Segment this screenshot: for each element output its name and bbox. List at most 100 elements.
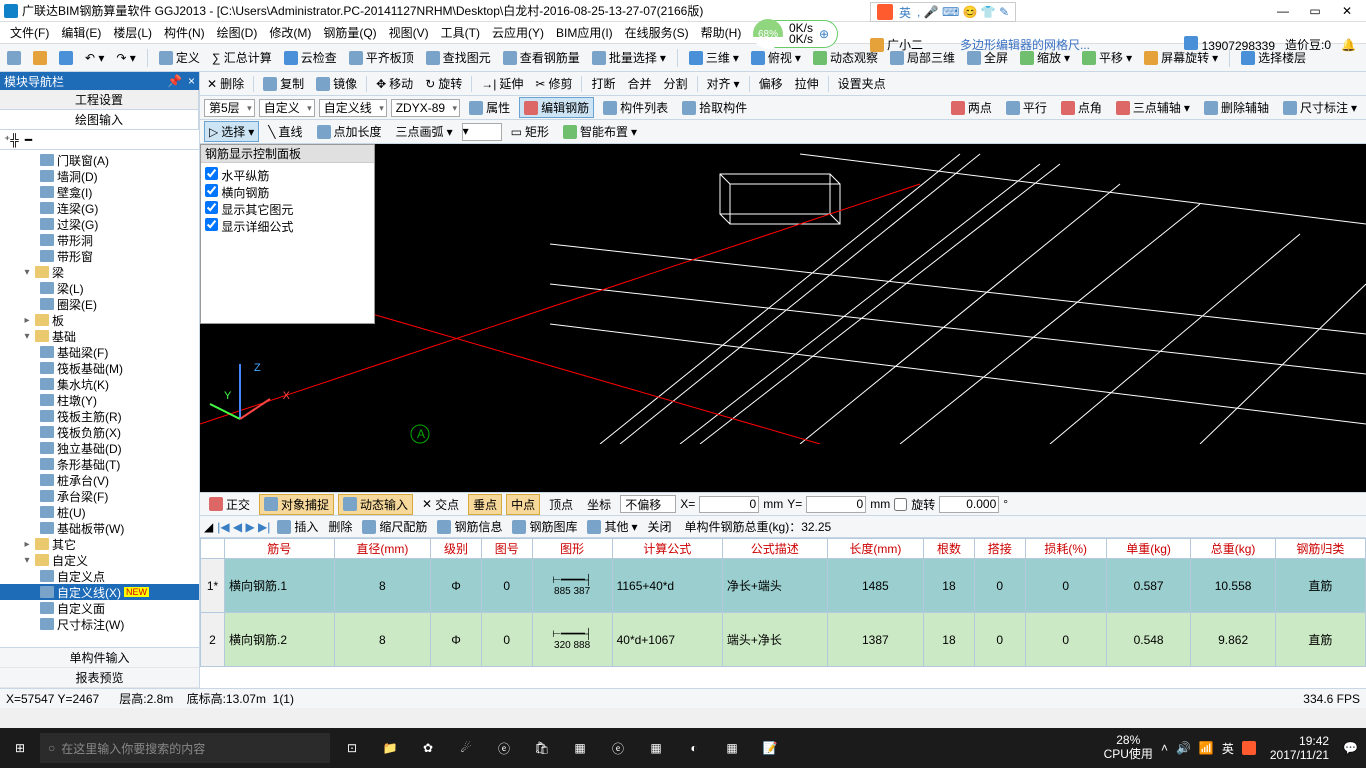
- perp-button[interactable]: 垂点: [468, 494, 502, 515]
- select-button[interactable]: ▷ 选择 ▾: [204, 121, 259, 142]
- insert-button[interactable]: 插入: [274, 518, 321, 535]
- offset-combo[interactable]: 不偏移: [620, 495, 676, 513]
- pin-icon[interactable]: 📌: [167, 74, 182, 88]
- menu-item[interactable]: 编辑(E): [57, 24, 105, 41]
- close-grid-button[interactable]: 关闭: [645, 518, 675, 535]
- menu-item[interactable]: 修改(M): [265, 24, 315, 41]
- undo-button[interactable]: ↶ ▾: [82, 49, 107, 67]
- info-button[interactable]: 钢筋信息: [434, 518, 505, 535]
- mirror-button[interactable]: 镜像: [313, 74, 360, 93]
- ptlen-button[interactable]: 点加长度: [312, 121, 387, 142]
- chk-other[interactable]: 显示其它图元: [205, 201, 370, 218]
- name-combo[interactable]: ZDYX-89: [391, 99, 460, 117]
- tree[interactable]: 门联窗(A)墙洞(D)壁龛(I)连梁(G)过梁(G)带形洞带形窗▾梁梁(L)圈梁…: [0, 150, 199, 647]
- app5-icon[interactable]: 📝: [752, 733, 788, 763]
- qq-icon[interactable]: ◐: [676, 733, 712, 763]
- nav-buttons[interactable]: |◀ ◀ ▶ ▶|: [217, 520, 270, 534]
- menu-item[interactable]: BIM应用(I): [552, 24, 617, 41]
- angle-button[interactable]: 点角: [1056, 97, 1107, 118]
- tree-node[interactable]: ▾自定义: [0, 552, 199, 568]
- menu-item[interactable]: 在线服务(S): [621, 24, 693, 41]
- mid-button[interactable]: 中点: [506, 494, 540, 515]
- delrow-button[interactable]: 删除: [325, 518, 355, 535]
- arc-button[interactable]: 三点画弧 ▾: [391, 121, 458, 142]
- wifi-icon[interactable]: 📶: [1199, 741, 1214, 755]
- flat-button[interactable]: 平齐板顶: [346, 47, 417, 68]
- tree-node[interactable]: 带形洞: [0, 232, 199, 248]
- batch-button[interactable]: 批量选择 ▾: [589, 47, 669, 68]
- bottom-report[interactable]: 报表预览: [0, 668, 199, 688]
- setpoint-button[interactable]: 设置夹点: [835, 74, 889, 93]
- tree-node[interactable]: 带形窗: [0, 248, 199, 264]
- tree-node[interactable]: 桩承台(V): [0, 472, 199, 488]
- cat-combo[interactable]: 自定义: [259, 99, 315, 117]
- rect-button[interactable]: ▭ 矩形: [506, 121, 554, 142]
- rotate-button[interactable]: ↻ 旋转: [422, 74, 465, 93]
- smart-button[interactable]: 智能布置 ▾: [558, 121, 642, 142]
- tree-node[interactable]: 尺寸标注(W): [0, 616, 199, 632]
- menu-item[interactable]: 视图(V): [385, 24, 433, 41]
- save-button[interactable]: [56, 49, 76, 67]
- tree-node[interactable]: 连梁(G): [0, 200, 199, 216]
- three-aux-button[interactable]: 三点辅轴 ▾: [1111, 97, 1195, 118]
- define-button[interactable]: 定义: [156, 47, 203, 68]
- tree-node[interactable]: 门联窗(A): [0, 152, 199, 168]
- edit-rebar-button[interactable]: 编辑钢筋: [519, 97, 594, 118]
- ggj-icon[interactable]: ▦: [638, 733, 674, 763]
- tree-node[interactable]: 筏板负筋(X): [0, 424, 199, 440]
- y-input[interactable]: [806, 496, 866, 513]
- pick-button[interactable]: 拾取构件: [677, 97, 752, 118]
- tree-node[interactable]: 筏板主筋(R): [0, 408, 199, 424]
- ime-tray-icon[interactable]: 英: [1222, 740, 1234, 757]
- menu-item[interactable]: 绘图(D): [213, 24, 262, 41]
- tree-node[interactable]: 集水坑(K): [0, 376, 199, 392]
- user-widget[interactable]: 广小二: [870, 36, 923, 53]
- break-button[interactable]: 打断: [588, 74, 618, 93]
- sound-icon[interactable]: 🔊: [1176, 741, 1191, 755]
- tab-draw[interactable]: 绘图输入: [0, 110, 199, 129]
- rot-input[interactable]: [939, 496, 999, 513]
- move-button[interactable]: ✥ 移动: [373, 74, 416, 93]
- sum-button[interactable]: ∑ 汇总计算: [209, 47, 275, 68]
- sidebar-close-icon[interactable]: ×: [188, 74, 195, 88]
- extend-button[interactable]: →| 延伸: [478, 74, 526, 93]
- minimize-button[interactable]: —: [1276, 4, 1290, 18]
- expand-icon[interactable]: ⁺╬: [4, 133, 19, 147]
- tree-node[interactable]: 过梁(G): [0, 216, 199, 232]
- tree-node[interactable]: 桩(U): [0, 504, 199, 520]
- x-input[interactable]: [699, 496, 759, 513]
- search-box[interactable]: ○ 在这里输入你要搜索的内容: [40, 733, 330, 763]
- coord-button[interactable]: 坐标: [582, 494, 616, 515]
- app1-icon[interactable]: ✿: [410, 733, 446, 763]
- chk-transverse[interactable]: 横向钢筋: [205, 184, 370, 201]
- osnap-button[interactable]: 对象捕捉: [259, 494, 334, 515]
- type-combo[interactable]: 自定义线: [319, 99, 387, 117]
- tree-node[interactable]: 墙洞(D): [0, 168, 199, 184]
- tree-node[interactable]: 壁龛(I): [0, 184, 199, 200]
- merge-button[interactable]: 合并: [625, 74, 655, 93]
- collapse-icon[interactable]: ━: [25, 133, 32, 147]
- collapse-icon[interactable]: ◢: [204, 520, 213, 534]
- tree-node[interactable]: 筏板基础(M): [0, 360, 199, 376]
- trim-button[interactable]: ✂ 修剪: [532, 74, 575, 93]
- ime-bar[interactable]: 英 , 🎤 ⌨ 😊 👕 ✎: [870, 2, 1016, 22]
- scale-button[interactable]: 缩尺配筋: [359, 518, 430, 535]
- view-rebar-button[interactable]: 查看钢筋量: [500, 47, 583, 68]
- tree-node[interactable]: 自定义线(X)NEW: [0, 584, 199, 600]
- split-button[interactable]: 分割: [661, 74, 691, 93]
- menu-item[interactable]: 帮助(H): [697, 24, 746, 41]
- tree-node[interactable]: ▾基础: [0, 328, 199, 344]
- sogou-tray-icon[interactable]: [1242, 741, 1256, 755]
- taskview-icon[interactable]: ⊡: [334, 733, 370, 763]
- tree-node[interactable]: 自定义面: [0, 600, 199, 616]
- viewport[interactable]: A 钢筋显示控制面板 水平纵筋 横向钢筋 显示其它图元 显示详细公式 ZYX: [200, 144, 1366, 492]
- ie-icon[interactable]: ⓔ: [600, 733, 636, 763]
- tree-node[interactable]: 基础板带(W): [0, 520, 199, 536]
- stretch-button[interactable]: 拉伸: [792, 74, 822, 93]
- tree-node[interactable]: 条形基础(T): [0, 456, 199, 472]
- perf-widget[interactable]: 68% 0K/s0K/s ⊕: [760, 20, 838, 48]
- menu-item[interactable]: 楼层(L): [109, 24, 156, 41]
- 3d-button[interactable]: 三维 ▾: [686, 47, 742, 68]
- rebar-display-panel[interactable]: 钢筋显示控制面板 水平纵筋 横向钢筋 显示其它图元 显示详细公式: [200, 144, 375, 324]
- top-view-button[interactable]: 俯视 ▾: [748, 47, 804, 68]
